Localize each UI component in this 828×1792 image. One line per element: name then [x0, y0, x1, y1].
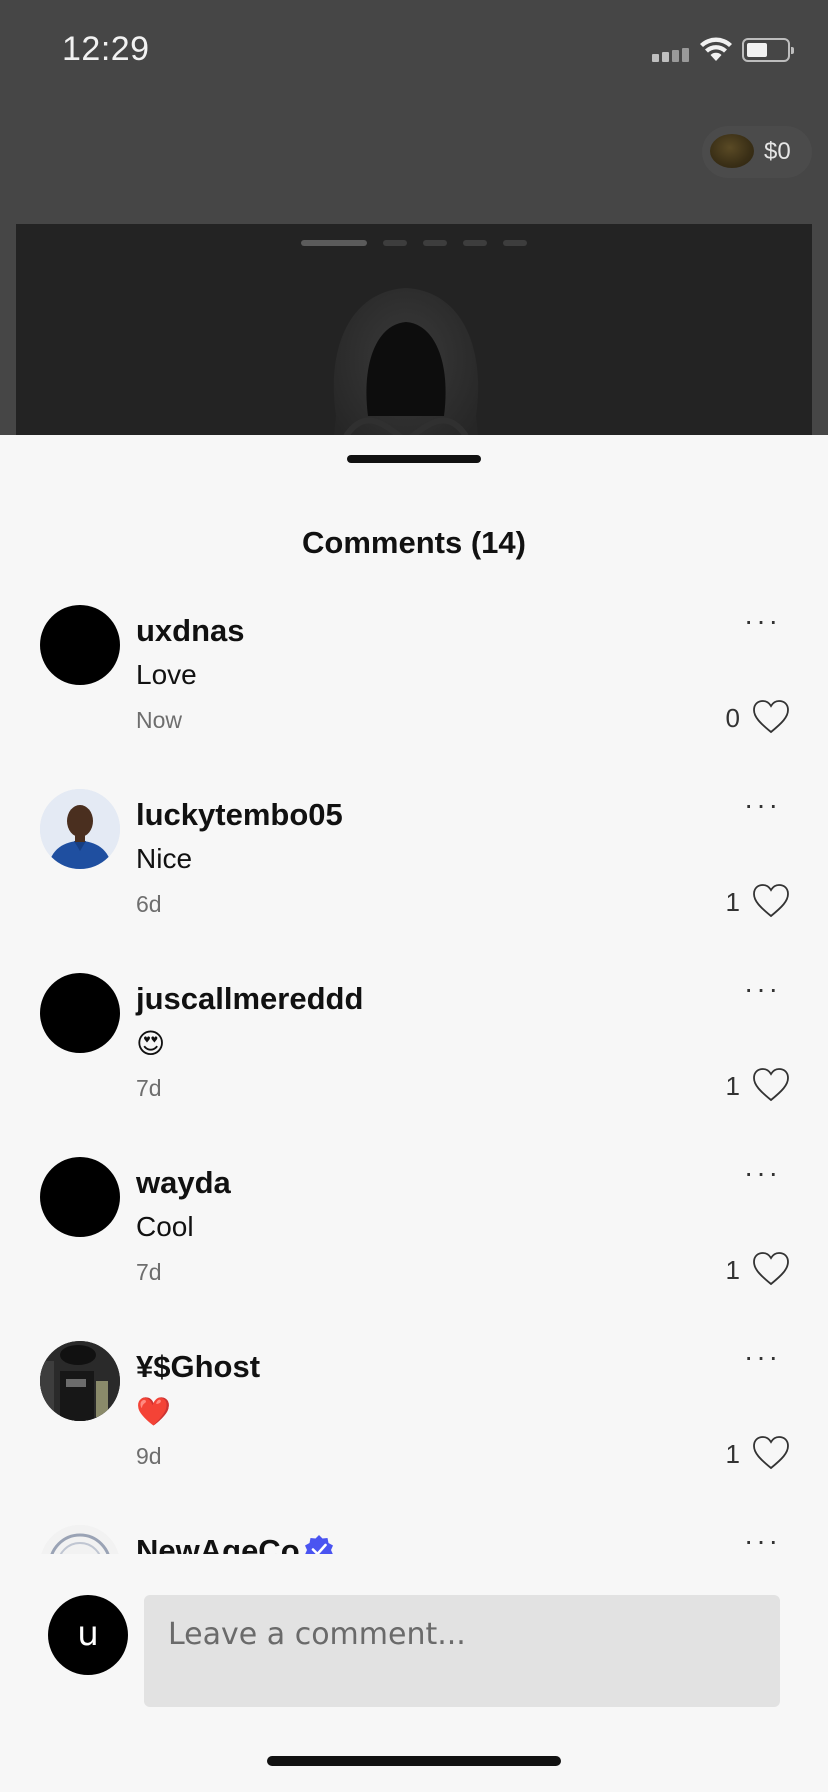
comment-text: 😍 [136, 1027, 166, 1060]
comment-input[interactable] [144, 1595, 780, 1707]
comment-time: 7d [136, 1259, 162, 1285]
wifi-icon [700, 37, 732, 61]
more-options-icon[interactable]: ··· [744, 607, 784, 639]
verified-badge-icon [304, 1535, 333, 1555]
comment-username[interactable]: wayda [136, 1165, 231, 1201]
comment-username[interactable]: juscallmereddd [136, 981, 363, 1017]
heart-icon[interactable] [752, 1067, 790, 1103]
comments-sheet: Comments (14) uxdnas Love Now ··· 0 luck… [0, 435, 828, 1792]
like-count: 1 [725, 887, 740, 917]
like-control[interactable]: 1 [700, 1067, 790, 1107]
sheet-grabber[interactable] [347, 455, 481, 463]
wallet-balance-button[interactable]: $0 [702, 126, 812, 178]
avatar[interactable] [40, 1525, 120, 1555]
heart-icon[interactable] [752, 1251, 790, 1287]
like-count: 1 [725, 1255, 740, 1285]
comment-text: Love [136, 659, 197, 690]
heart-icon[interactable] [752, 1435, 790, 1471]
like-control[interactable]: 1 [700, 883, 790, 923]
avatar[interactable] [40, 973, 120, 1053]
page-dot [301, 240, 367, 246]
wallet-amount: $0 [764, 138, 791, 165]
comment-time: 6d [136, 891, 162, 917]
like-count: 1 [725, 1439, 740, 1469]
avatar[interactable] [40, 1341, 120, 1421]
like-count: 0 [725, 703, 740, 733]
comment-text: ❤️ [136, 1395, 171, 1428]
avatar[interactable] [40, 605, 120, 685]
more-options-icon[interactable]: ··· [744, 791, 784, 823]
more-options-icon[interactable]: ··· [744, 975, 784, 1007]
comment-text: Nice [136, 843, 193, 874]
cellular-signal-icon [652, 48, 690, 62]
more-options-icon[interactable]: ··· [744, 1343, 784, 1375]
page-dot [423, 240, 447, 246]
like-control[interactable]: 0 [700, 699, 790, 739]
comment-item: luckytembo05 Nice 6d ··· 1 [0, 789, 828, 973]
home-indicator [267, 1756, 561, 1766]
page-dot [503, 240, 527, 246]
comment-text: Cool [136, 1211, 194, 1242]
more-options-icon[interactable]: ··· [744, 1527, 784, 1555]
comment-username[interactable]: uxdnas [136, 613, 245, 649]
avatar[interactable] [40, 789, 120, 869]
comment-item: uxdnas Love Now ··· 0 [0, 605, 828, 789]
brand-logo [40, 1525, 120, 1555]
like-control[interactable]: 1 [700, 1251, 790, 1291]
current-user-avatar[interactable]: u [48, 1595, 128, 1675]
comment-item: wayda Cool 7d ··· 1 [0, 1157, 828, 1341]
battery-icon [742, 38, 794, 62]
comment-item: juscallmereddd 😍 7d ··· 1 [0, 973, 828, 1157]
comments-list[interactable]: uxdnas Love Now ··· 0 luckytembo05 Nice [0, 605, 828, 1555]
avatar-photo [40, 789, 120, 869]
heart-icon[interactable] [752, 883, 790, 919]
comment-username-text: NewAgeCo [136, 1533, 300, 1555]
post-media[interactable] [16, 224, 812, 436]
sheet-title: Comments (14) [302, 525, 526, 560]
avatar-photo [40, 1341, 120, 1421]
like-control[interactable]: 1 [700, 1435, 790, 1475]
comment-composer: u [0, 1554, 828, 1792]
hoodie-image [333, 288, 479, 436]
comment-item: ¥$Ghost ❤️ 9d ··· 1 [0, 1341, 828, 1525]
comment-time: 7d [136, 1075, 162, 1101]
like-count: 1 [725, 1071, 740, 1101]
coin-icon [710, 134, 754, 168]
background-post-screen: 12:29 $0 [0, 0, 828, 436]
status-time: 12:29 [62, 30, 150, 68]
page-dot [383, 240, 407, 246]
comment-time: 9d [136, 1443, 162, 1469]
comment-item: NewAgeCo ··· [0, 1525, 828, 1555]
comment-username[interactable]: NewAgeCo [136, 1533, 334, 1555]
comment-time: Now [136, 707, 183, 733]
heart-icon[interactable] [752, 699, 790, 735]
page-dot [463, 240, 487, 246]
comment-username[interactable]: luckytembo05 [136, 797, 343, 833]
media-page-indicator [301, 240, 543, 248]
avatar[interactable] [40, 1157, 120, 1237]
status-bar: 12:29 [0, 0, 828, 100]
comment-username[interactable]: ¥$Ghost [136, 1349, 260, 1385]
more-options-icon[interactable]: ··· [744, 1159, 784, 1191]
